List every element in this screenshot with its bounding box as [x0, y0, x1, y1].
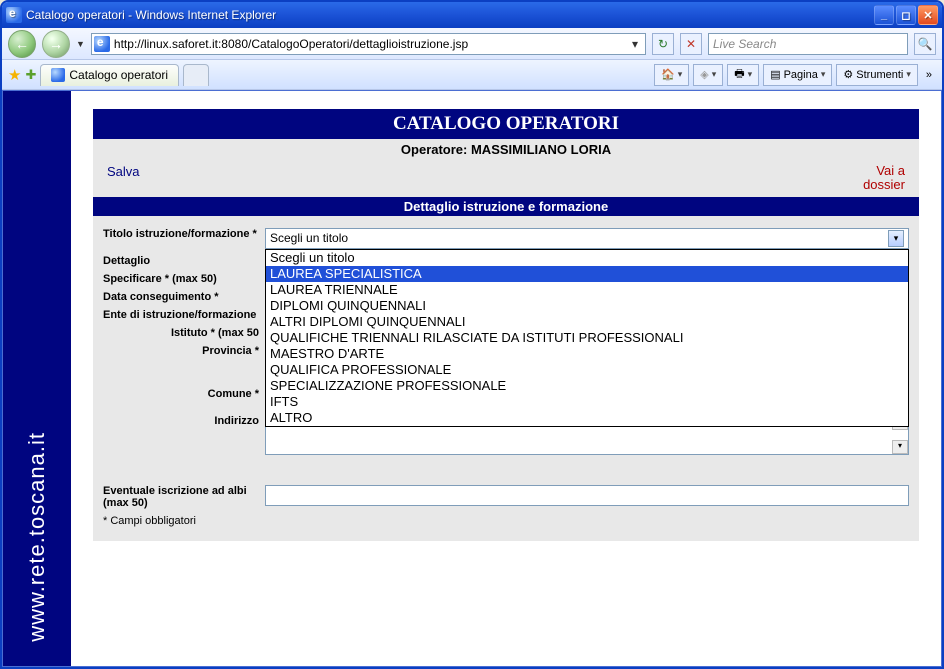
page-title: CATALOGO OPERATORI: [93, 109, 919, 139]
label-provincia: Provincia *: [103, 345, 265, 357]
page-icon: [94, 36, 110, 52]
arrow-right-icon: →: [49, 36, 63, 52]
page-menu-label: Pagina: [784, 69, 818, 81]
dropdown-option[interactable]: MAESTRO D'ARTE: [266, 346, 908, 362]
select-titolo-value: Scegli un titolo: [270, 231, 348, 245]
label-ente: Ente di istruzione/formazione: [103, 309, 265, 321]
label-iscrizione: Eventuale iscrizione ad albi (max 50): [103, 485, 265, 509]
tools-menu-label: Strumenti: [856, 69, 903, 81]
arrow-left-icon: ←: [15, 36, 29, 52]
dropdown-option[interactable]: IFTS: [266, 394, 908, 410]
label-specificare: Specificare * (max 50): [103, 273, 265, 285]
label-titolo: Titolo istruzione/formazione *: [103, 228, 265, 240]
chevron-down-icon: ▾: [906, 69, 911, 80]
label-data: Data conseguimento *: [103, 291, 265, 303]
home-button[interactable]: 🏠▾: [654, 64, 689, 86]
sidebar-brand: www.rete.toscana.it: [3, 91, 71, 666]
stop-icon: ✕: [686, 37, 696, 51]
dropdown-option[interactable]: LAUREA SPECIALISTICA: [266, 266, 908, 282]
select-titolo[interactable]: Scegli un titolo ▾: [265, 228, 909, 249]
window-controls: _ ◻ ✕: [874, 5, 938, 25]
tools-menu-button[interactable]: ⚙ Strumenti ▾: [836, 64, 917, 86]
vai-a-dossier-link[interactable]: Vai a dossier: [863, 164, 905, 193]
rss-icon: ◈: [700, 68, 708, 81]
tab-catalogo[interactable]: Catalogo operatori: [40, 64, 179, 86]
feeds-button[interactable]: ◈▾: [693, 64, 723, 86]
scroll-down-icon[interactable]: ▾: [892, 440, 908, 454]
label-istituto: Istituto * (max 50: [103, 327, 265, 339]
section-title: Dettaglio istruzione e formazione: [93, 197, 919, 216]
titlebar[interactable]: Catalogo operatori - Windows Internet Ex…: [2, 2, 942, 28]
search-go-button[interactable]: 🔍: [914, 33, 936, 55]
new-tab-button[interactable]: [183, 64, 209, 86]
add-favorites-icon[interactable]: ✚: [25, 67, 36, 83]
label-indirizzo: Indirizzo: [103, 415, 265, 427]
window-title: Catalogo operatori - Windows Internet Ex…: [26, 8, 874, 22]
address-bar[interactable]: http://linux.saforet.it:8080/CatalogoOpe…: [91, 33, 646, 55]
refresh-icon: ↻: [658, 37, 668, 51]
minimize-button[interactable]: _: [874, 5, 894, 25]
chevron-down-icon: ▾: [821, 69, 826, 80]
home-icon: 🏠: [661, 68, 675, 81]
chevron-down-icon: ▾: [748, 69, 753, 80]
tab-page-icon: [51, 68, 65, 82]
tab-title: Catalogo operatori: [69, 68, 168, 82]
nav-chevron-icon[interactable]: ▼: [76, 39, 85, 49]
main-content: CATALOGO OPERATORI Operatore: MASSIMILIA…: [71, 91, 941, 666]
chevron-down-icon: ▾: [888, 230, 904, 247]
favorites-icon[interactable]: ★: [8, 66, 21, 84]
maximize-button[interactable]: ◻: [896, 5, 916, 25]
overflow-icon[interactable]: »: [922, 69, 936, 81]
dropdown-titolo[interactable]: Scegli un titoloLAUREA SPECIALISTICALAUR…: [265, 249, 909, 427]
form: Titolo istruzione/formazione * Scegli un…: [93, 216, 919, 541]
dropdown-option[interactable]: ALTRO: [266, 410, 908, 426]
dropdown-option[interactable]: ALTRI DIPLOMI QUINQUENNALI: [266, 314, 908, 330]
magnifier-icon: 🔍: [918, 37, 933, 51]
ie-window: Catalogo operatori - Windows Internet Ex…: [0, 0, 944, 669]
row-titolo: Titolo istruzione/formazione * Scegli un…: [103, 228, 909, 249]
forward-button[interactable]: →: [42, 30, 70, 58]
search-input[interactable]: Live Search: [708, 33, 908, 55]
dropdown-option[interactable]: DIPLOMI QUINQUENNALI: [266, 298, 908, 314]
input-iscrizione[interactable]: [265, 485, 909, 506]
dropdown-option[interactable]: QUALIFICHE TRIENNALI RILASCIATE DA ISTIT…: [266, 330, 908, 346]
salva-link[interactable]: Salva: [107, 164, 140, 193]
dropdown-option[interactable]: LAUREA TRIENNALE: [266, 282, 908, 298]
label-dettaglio: Dettaglio: [103, 255, 265, 267]
ie-icon: [6, 7, 22, 23]
page-menu-button[interactable]: ▤ Pagina ▾: [763, 64, 832, 86]
dropdown-option[interactable]: SPECIALIZZAZIONE PROFESSIONALE: [266, 378, 908, 394]
operator-label: Operatore: MASSIMILIANO LORIA: [93, 139, 919, 160]
close-button[interactable]: ✕: [918, 5, 938, 25]
back-button[interactable]: ←: [8, 30, 36, 58]
url-text: http://linux.saforet.it:8080/CatalogoOpe…: [114, 37, 627, 51]
chevron-down-icon: ▾: [678, 69, 683, 80]
search-placeholder: Live Search: [713, 37, 776, 51]
action-row: Salva Vai a dossier: [93, 160, 919, 197]
chevron-down-icon: ▾: [712, 69, 717, 80]
gear-icon: ⚙: [843, 68, 853, 81]
dropdown-option[interactable]: Scegli un titolo: [266, 250, 908, 266]
dropdown-option[interactable]: QUALIFICA PROFESSIONALE: [266, 362, 908, 378]
page-icon: ▤: [770, 68, 780, 81]
address-dropdown-icon[interactable]: ▾: [627, 37, 643, 51]
tabs-bar: ★ ✚ Catalogo operatori 🏠▾ ◈▾ 🖶▾ ▤ Pagina…: [2, 60, 942, 90]
stop-button[interactable]: ✕: [680, 33, 702, 55]
row-iscrizione: Eventuale iscrizione ad albi (max 50): [103, 485, 909, 509]
content-frame: www.rete.toscana.it CATALOGO OPERATORI O…: [2, 90, 942, 667]
brand-text: www.rete.toscana.it: [24, 432, 50, 642]
label-comune: Comune *: [103, 388, 265, 400]
print-button[interactable]: 🖶▾: [727, 64, 759, 86]
required-footnote: * Campi obbligatori: [103, 515, 909, 527]
field-titolo: Scegli un titolo ▾ Scegli un titoloLAURE…: [265, 228, 909, 249]
printer-icon: 🖶: [734, 65, 744, 84]
refresh-button[interactable]: ↻: [652, 33, 674, 55]
navbar: ← → ▼ http://linux.saforet.it:8080/Catal…: [2, 28, 942, 60]
